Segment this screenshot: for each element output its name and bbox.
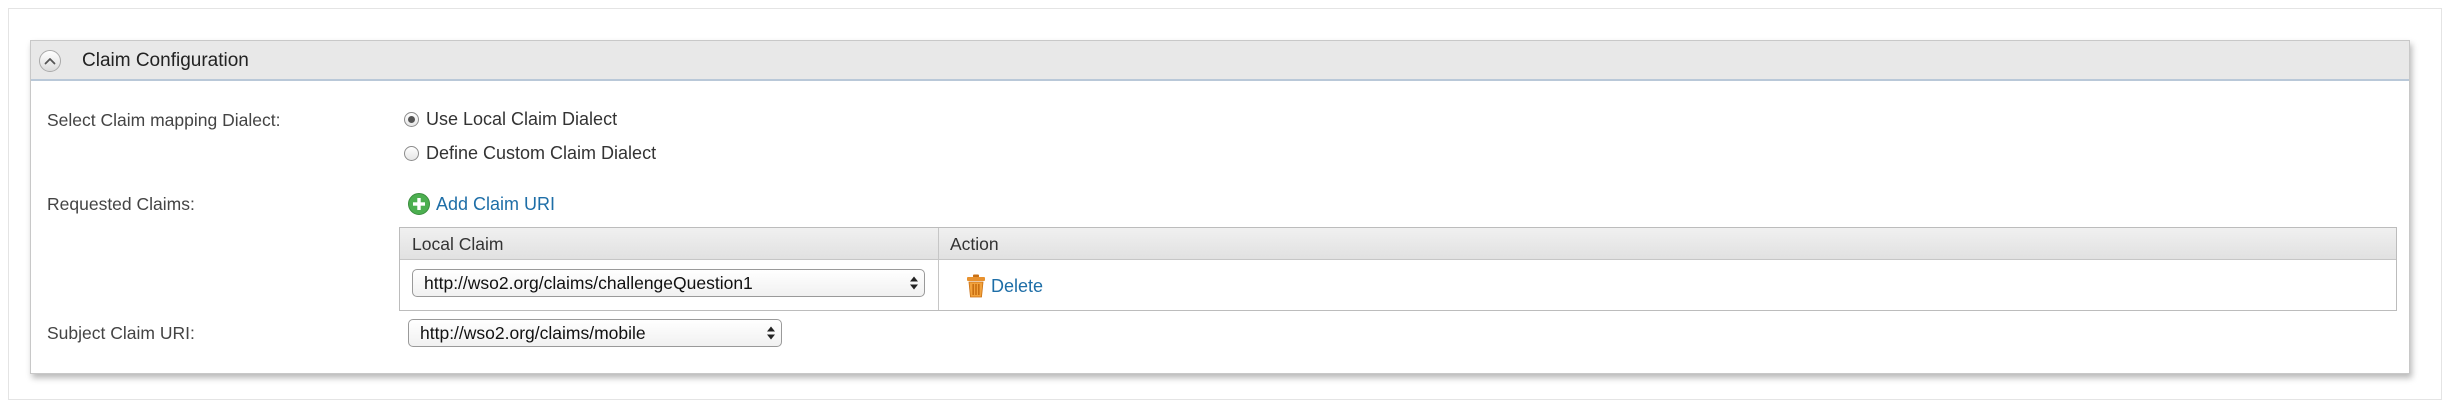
claim-configuration-panel: Claim Configuration Select Claim mapping… (30, 40, 2410, 374)
radio-define-custom-claim-dialect[interactable]: Define Custom Claim Dialect (404, 142, 656, 164)
panel-header[interactable]: Claim Configuration (31, 41, 2409, 81)
select-arrows-icon (904, 275, 924, 291)
subject-claim-uri-select-value: http://wso2.org/claims/mobile (420, 322, 646, 343)
dialect-label: Select Claim mapping Dialect: (47, 110, 281, 130)
column-divider (938, 228, 939, 310)
delete-label: Delete (991, 275, 1044, 296)
add-claim-uri-label: Add Claim URI (436, 193, 556, 214)
claims-table: Local Claim Action http://wso2.org/claim… (399, 227, 2397, 311)
delete-claim-link[interactable]: Delete (966, 274, 1043, 298)
subject-claim-uri-select[interactable]: http://wso2.org/claims/mobile (408, 319, 782, 347)
plus-circle-icon (408, 193, 430, 215)
radio-label: Use Local Claim Dialect (426, 108, 618, 129)
collapse-button[interactable] (39, 50, 61, 72)
table-header-row: Local Claim Action (400, 228, 2396, 260)
chevron-up-icon (44, 58, 56, 65)
trash-icon (967, 274, 985, 298)
radio-label: Define Custom Claim Dialect (426, 142, 657, 163)
select-arrows-icon (761, 325, 781, 341)
column-header-action: Action (950, 234, 999, 254)
panel-title: Claim Configuration (82, 50, 249, 71)
column-header-local-claim: Local Claim (412, 234, 504, 254)
radio-button[interactable] (404, 111, 419, 127)
requested-claims-label: Requested Claims: (47, 194, 195, 214)
local-claim-select[interactable]: http://wso2.org/claims/challengeQuestion… (412, 269, 925, 297)
subject-claim-uri-label: Subject Claim URI: (47, 323, 195, 343)
radio-button[interactable] (404, 145, 419, 161)
local-claim-select-value: http://wso2.org/claims/challengeQuestion… (424, 272, 753, 293)
radio-use-local-claim-dialect[interactable]: Use Local Claim Dialect (404, 108, 617, 130)
add-claim-uri-link[interactable]: Add Claim URI (408, 193, 555, 215)
